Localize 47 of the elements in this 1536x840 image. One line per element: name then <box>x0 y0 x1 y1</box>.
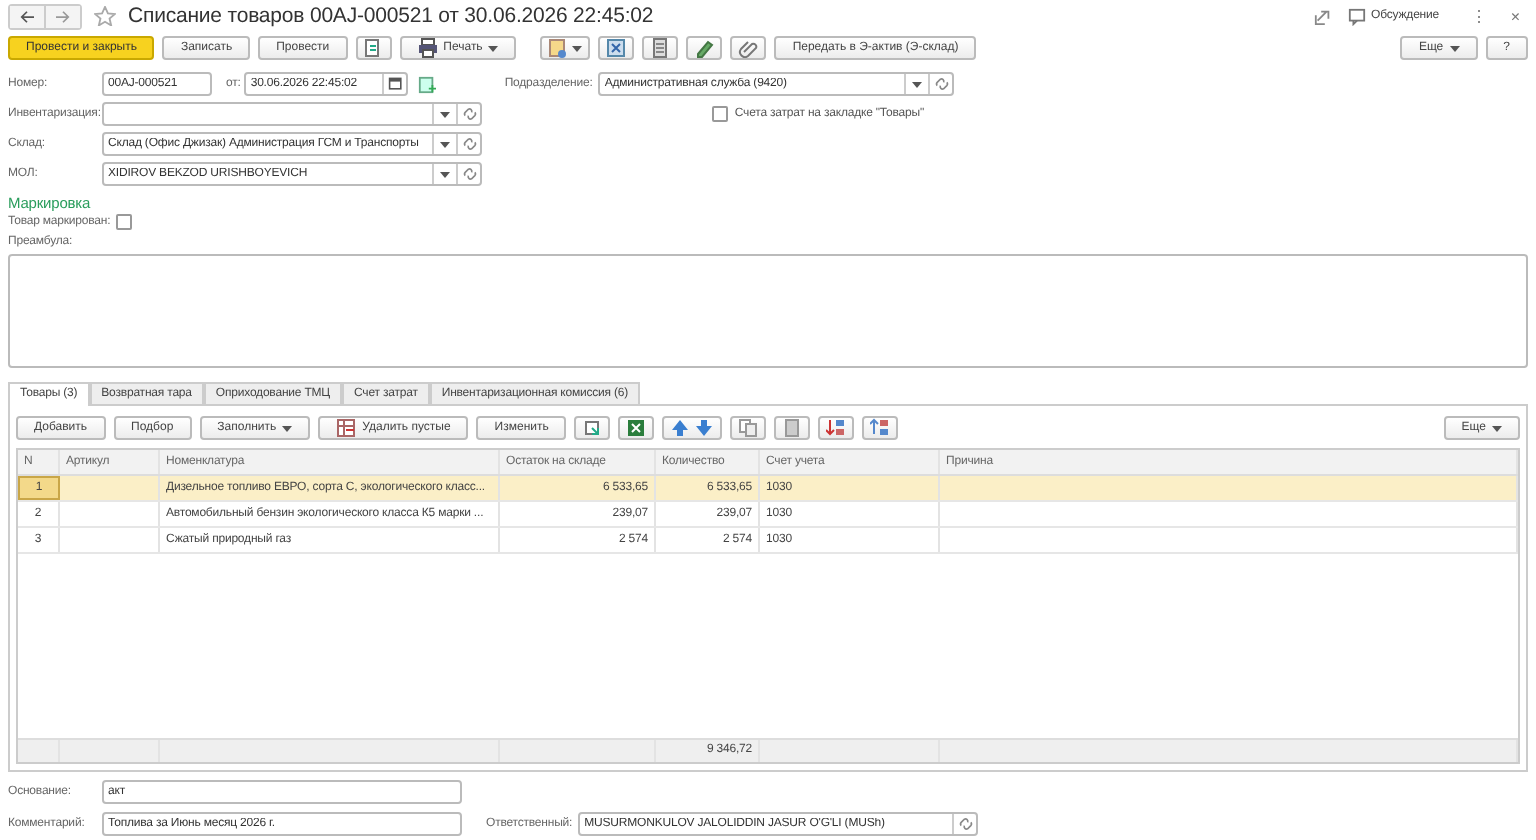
sortdown-icon <box>826 418 847 438</box>
more-menu-button[interactable]: ⋮ <box>1463 7 1495 25</box>
checkbox[interactable] <box>712 106 729 122</box>
close-button[interactable]: × <box>1502 7 1528 25</box>
button[interactable] <box>642 36 679 60</box>
calendar-icon <box>387 76 404 92</box>
caret-icon <box>572 45 583 51</box>
printer-icon <box>417 38 438 58</box>
down-arrow-icon <box>694 418 715 438</box>
caret-icon <box>912 81 923 87</box>
window-title: Списание товаров 00AJ-000521 от 30.06.2026 22:45:02 <box>128 4 654 28</box>
clip-icon <box>738 38 759 58</box>
pen-icon <box>694 38 715 58</box>
button[interactable] <box>774 416 811 440</box>
checkbox[interactable] <box>116 214 133 230</box>
chat-icon <box>1347 7 1366 25</box>
button[interactable] <box>540 36 591 60</box>
sheet-icon <box>650 38 671 58</box>
up-arrow-icon <box>670 418 691 438</box>
button[interactable] <box>355 36 392 60</box>
sortup-icon <box>870 418 891 438</box>
button[interactable] <box>686 36 723 60</box>
star-icon <box>94 6 116 26</box>
forward-arrow-icon <box>54 9 72 23</box>
paste-icon <box>782 418 803 438</box>
input-field[interactable] <box>102 102 482 126</box>
caret-icon <box>440 141 450 147</box>
button[interactable] <box>618 416 655 440</box>
button[interactable] <box>730 36 767 60</box>
back-arrow-icon <box>18 9 36 23</box>
button[interactable] <box>662 416 723 440</box>
button[interactable] <box>862 416 899 440</box>
caret-icon <box>1449 45 1460 51</box>
doc-icon <box>548 38 569 58</box>
copy-icon <box>738 418 759 438</box>
caret-icon <box>282 425 293 431</box>
button[interactable] <box>574 416 611 440</box>
caret-icon <box>440 111 450 117</box>
caret-icon <box>488 45 499 51</box>
button[interactable] <box>598 36 635 60</box>
excel-icon <box>626 418 647 438</box>
table-icon <box>336 418 357 438</box>
back-button[interactable] <box>10 5 44 27</box>
caret-icon <box>440 171 450 177</box>
button[interactable] <box>730 416 767 440</box>
button[interactable] <box>818 416 855 440</box>
caret-icon <box>1492 425 1502 431</box>
